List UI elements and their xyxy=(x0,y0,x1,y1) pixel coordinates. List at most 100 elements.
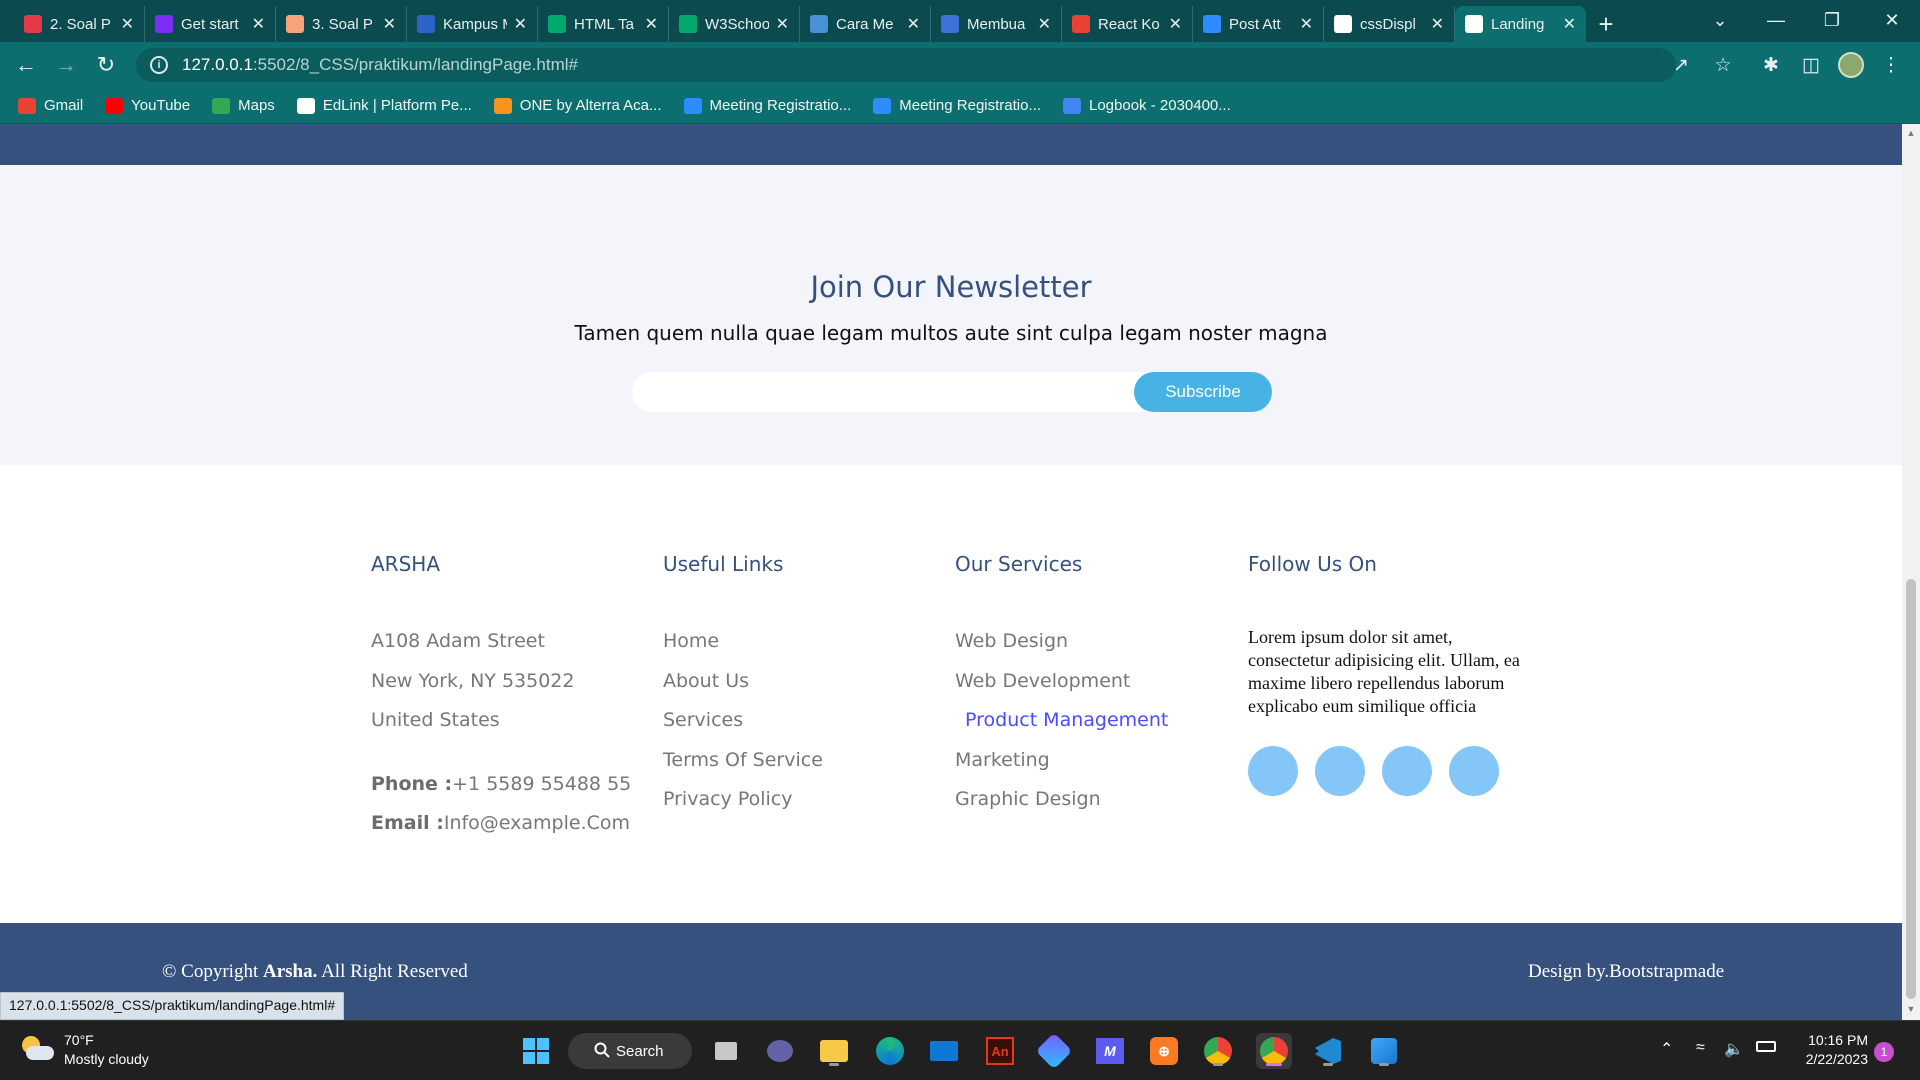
tab-title: Post Att xyxy=(1229,15,1281,33)
copilot-icon[interactable] xyxy=(1035,1032,1073,1070)
profile-avatar[interactable] xyxy=(1836,50,1866,80)
chrome-icon[interactable] xyxy=(1200,1033,1236,1069)
address-line-1: A108 Adam Street xyxy=(371,630,545,652)
browser-tab[interactable]: React Ko ✕ xyxy=(1062,6,1193,42)
scroll-down-icon[interactable]: ▼ xyxy=(1905,1004,1917,1016)
footer-link-home[interactable]: Home xyxy=(663,628,943,668)
tab-close-icon[interactable]: ✕ xyxy=(1563,14,1576,34)
extensions-icon[interactable]: ✱ xyxy=(1756,50,1786,80)
bookmark-item[interactable]: ONE by Alterra Aca... xyxy=(493,97,662,114)
browser-tab[interactable]: 3. Soal P ✕ xyxy=(276,6,407,42)
bookmark-item[interactable]: Maps xyxy=(212,97,275,114)
tab-close-icon[interactable]: ✕ xyxy=(121,14,134,34)
edge-icon[interactable] xyxy=(872,1033,908,1069)
tab-title: HTML Ta xyxy=(574,15,635,33)
file-explorer-icon[interactable] xyxy=(816,1033,852,1069)
browser-tab[interactable]: Membua ✕ xyxy=(931,6,1062,42)
tab-close-icon[interactable]: ✕ xyxy=(1300,14,1313,34)
social-link-3[interactable] xyxy=(1382,746,1432,796)
browser-toolbar: ← → ↻ i 127.0.0.1:5502/8_CSS/praktikum/l… xyxy=(0,42,1920,88)
start-icon[interactable] xyxy=(518,1033,554,1069)
restore-icon[interactable]: ❐ xyxy=(1804,0,1860,40)
menu-kebab-icon[interactable]: ⋮ xyxy=(1876,50,1906,80)
service-link-web-design[interactable]: Web Design xyxy=(955,628,1235,668)
kampus-icon xyxy=(417,15,435,33)
taskbar-search[interactable]: Search xyxy=(568,1033,692,1069)
footer-link-services[interactable]: Services xyxy=(663,707,943,747)
browser-tab[interactable]: HTML Ta ✕ xyxy=(538,6,669,42)
browser-tab[interactable]: Landing ✕ xyxy=(1455,6,1586,42)
close-window-icon[interactable]: ✕ xyxy=(1864,0,1920,40)
vscode-icon[interactable] xyxy=(1310,1033,1346,1069)
browser-tab[interactable]: cssDispl ✕ xyxy=(1324,6,1455,42)
tab-close-icon[interactable]: ✕ xyxy=(645,14,658,34)
paint-icon[interactable] xyxy=(1366,1033,1402,1069)
footer-link-terms[interactable]: Terms Of Service xyxy=(663,747,943,787)
minimize-icon[interactable]: — xyxy=(1748,0,1804,40)
tab-search-icon[interactable]: ⌄ xyxy=(1692,0,1748,40)
service-link-product-management[interactable]: Product Management xyxy=(955,707,1235,747)
tab-close-icon[interactable]: ✕ xyxy=(1431,14,1444,34)
xampp-icon[interactable]: ⊕ xyxy=(1146,1033,1182,1069)
bookmark-item[interactable]: YouTube xyxy=(105,97,190,114)
new-tab-button[interactable]: + xyxy=(1586,6,1626,42)
scroll-up-icon[interactable]: ▲ xyxy=(1905,128,1917,140)
email-address: Info@example.Com xyxy=(443,812,631,834)
wifi-icon[interactable]: ≈ xyxy=(1696,1039,1705,1057)
tab-close-icon[interactable]: ✕ xyxy=(776,14,789,34)
weather-widget[interactable]: 70°F Mostly cloudy xyxy=(20,1031,149,1069)
social-link-2[interactable] xyxy=(1315,746,1365,796)
reload-icon[interactable]: ↻ xyxy=(86,45,126,85)
browser-tab[interactable]: 2. Soal P ✕ xyxy=(14,6,145,42)
tab-close-icon[interactable]: ✕ xyxy=(1169,14,1182,34)
bookmark-item[interactable]: Meeting Registratio... xyxy=(873,97,1041,114)
browser-tab[interactable]: Get start ✕ xyxy=(145,6,276,42)
globe-icon xyxy=(1334,15,1352,33)
tab-close-icon[interactable]: ✕ xyxy=(383,14,396,34)
bookmark-item[interactable]: Gmail xyxy=(18,97,83,114)
bookmark-star-icon[interactable]: ☆ xyxy=(1708,50,1738,80)
subscribe-button[interactable]: Subscribe xyxy=(1134,372,1272,412)
service-link-marketing[interactable]: Marketing xyxy=(955,747,1235,787)
browser-tab[interactable]: W3Schoo ✕ xyxy=(669,6,800,42)
bookmark-item[interactable]: EdLink | Platform Pe... xyxy=(296,97,472,114)
volume-icon[interactable]: 🔈 xyxy=(1724,1039,1744,1059)
social-link-1[interactable] xyxy=(1248,746,1298,796)
service-link-web-development[interactable]: Web Development xyxy=(955,668,1235,708)
address-url[interactable]: 127.0.0.1:5502/8_CSS/praktikum/landingPa… xyxy=(182,55,578,75)
social-link-4[interactable] xyxy=(1449,746,1499,796)
forward-arrow-icon[interactable]: → xyxy=(46,45,86,85)
battery-icon[interactable] xyxy=(1756,1039,1776,1057)
browser-tab[interactable]: Post Att ✕ xyxy=(1193,6,1324,42)
chrome-profile-icon[interactable] xyxy=(1256,1033,1292,1069)
bookmark-item[interactable]: Logbook - 2030400... xyxy=(1062,97,1231,114)
site-info-icon[interactable]: i xyxy=(150,56,168,74)
task-view-icon[interactable] xyxy=(708,1033,744,1069)
footer-link-about[interactable]: About Us xyxy=(663,668,943,708)
visual-studio-icon[interactable]: M xyxy=(1092,1033,1128,1069)
newsletter-email-input[interactable] xyxy=(632,372,1132,412)
mail-icon[interactable] xyxy=(926,1033,962,1069)
system-clock[interactable]: 10:16 PM 2/22/2023 xyxy=(1796,1031,1868,1069)
browser-tab[interactable]: Cara Me ✕ xyxy=(800,6,931,42)
tray-overflow-icon[interactable]: ⌃ xyxy=(1660,1039,1673,1059)
back-arrow-icon[interactable]: ← xyxy=(6,45,46,85)
service-link-graphic-design[interactable]: Graphic Design xyxy=(955,786,1235,826)
footer-link-privacy[interactable]: Privacy Policy xyxy=(663,786,943,826)
teams-icon[interactable] xyxy=(762,1033,798,1069)
browser-tab[interactable]: Kampus M ✕ xyxy=(407,6,538,42)
tab-close-icon[interactable]: ✕ xyxy=(514,14,527,34)
tab-close-icon[interactable]: ✕ xyxy=(252,14,265,34)
notification-badge[interactable]: 1 xyxy=(1874,1042,1894,1062)
address-bar[interactable]: i 127.0.0.1:5502/8_CSS/praktikum/landing… xyxy=(136,48,1676,82)
search-icon xyxy=(594,1042,610,1058)
share-icon[interactable]: ↗ xyxy=(1666,50,1696,80)
animate-icon[interactable]: An xyxy=(982,1033,1018,1069)
bookmark-item[interactable]: Meeting Registratio... xyxy=(683,97,851,114)
tab-close-icon[interactable]: ✕ xyxy=(907,14,920,34)
side-panel-icon[interactable]: ◫ xyxy=(1796,50,1826,80)
page-scrollbar[interactable]: ▲ ▼ xyxy=(1902,124,1920,1020)
tab-close-icon[interactable]: ✕ xyxy=(1038,14,1051,34)
bookmarks-bar: Gmail YouTube Maps EdLink | Platform Pe... O… xyxy=(0,88,1920,124)
scrollbar-thumb[interactable] xyxy=(1906,579,1916,999)
